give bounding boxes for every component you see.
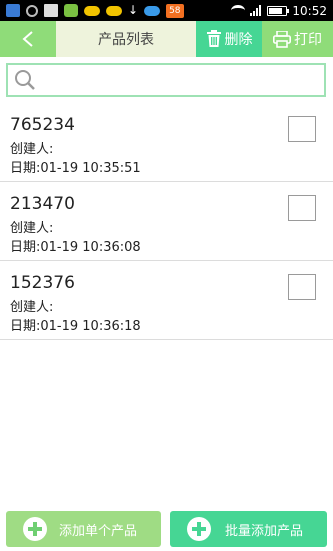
print-button[interactable]: 打印 [262, 21, 333, 57]
chevron-left-icon [22, 31, 33, 47]
app-icon [26, 4, 38, 17]
cloud-icon [84, 5, 100, 16]
product-row[interactable]: 213470 创建人: 日期:01-19 10:36:08 [0, 182, 333, 261]
delete-button[interactable]: 删除 [196, 21, 262, 57]
cloud-icon [144, 5, 161, 16]
product-creator: 创建人: [10, 142, 54, 157]
download-icon: ↓ [128, 3, 139, 17]
add-single-product-label: 添加单个产品 [59, 523, 138, 539]
product-code: 765234 [10, 115, 75, 135]
row-checkbox[interactable] [288, 195, 316, 221]
page-title: 产品列表 [98, 32, 154, 48]
signal-icon [250, 5, 262, 16]
printer-icon [273, 30, 291, 48]
product-code: 152376 [10, 273, 75, 293]
product-row[interactable]: 765234 创建人: 日期:01-19 10:35:51 [0, 103, 333, 182]
product-list: 765234 创建人: 日期:01-19 10:35:51 213470 创建人… [0, 103, 333, 340]
plus-circle-icon [23, 517, 47, 541]
status-bar: ↓ 58 10:52 [0, 0, 333, 21]
notification-badge: 58 [166, 3, 184, 18]
search-box [6, 63, 326, 97]
product-code: 213470 [10, 194, 75, 214]
back-button[interactable] [0, 21, 56, 57]
search-icon [15, 70, 35, 90]
wifi-icon [231, 5, 246, 16]
header-bar: 产品列表 删除 打印 [0, 21, 333, 57]
add-single-product-button[interactable]: 添加单个产品 [6, 511, 161, 547]
product-row[interactable]: 152376 创建人: 日期:01-19 10:36:18 [0, 261, 333, 340]
row-checkbox[interactable] [288, 116, 316, 142]
system-status: 10:52 [231, 3, 327, 18]
trash-icon [206, 30, 221, 47]
batch-add-products-button[interactable]: 批量添加产品 [170, 511, 327, 547]
delete-label: 删除 [224, 32, 253, 48]
product-date: 日期:01-19 10:35:51 [10, 161, 141, 176]
clock: 10:52 [292, 3, 327, 18]
app-icon [6, 4, 20, 17]
batch-add-products-label: 批量添加产品 [225, 523, 304, 539]
page-title-box: 产品列表 [56, 21, 196, 57]
product-list-screen: ↓ 58 10:52 产品列表 删除 打印 765234 创建人: 日期:01-… [0, 0, 333, 551]
product-creator: 创建人: [10, 300, 54, 315]
print-label: 打印 [294, 32, 322, 48]
battery-icon [267, 5, 290, 16]
notification-icons: ↓ 58 [6, 3, 184, 18]
image-icon [44, 4, 58, 17]
cloud-icon [106, 5, 122, 16]
search-input[interactable] [44, 68, 320, 92]
product-date: 日期:01-19 10:36:18 [10, 319, 141, 334]
row-checkbox[interactable] [288, 274, 316, 300]
product-creator: 创建人: [10, 221, 54, 236]
plus-circle-icon [187, 517, 211, 541]
product-date: 日期:01-19 10:36:08 [10, 240, 141, 255]
app-icon [64, 4, 78, 17]
